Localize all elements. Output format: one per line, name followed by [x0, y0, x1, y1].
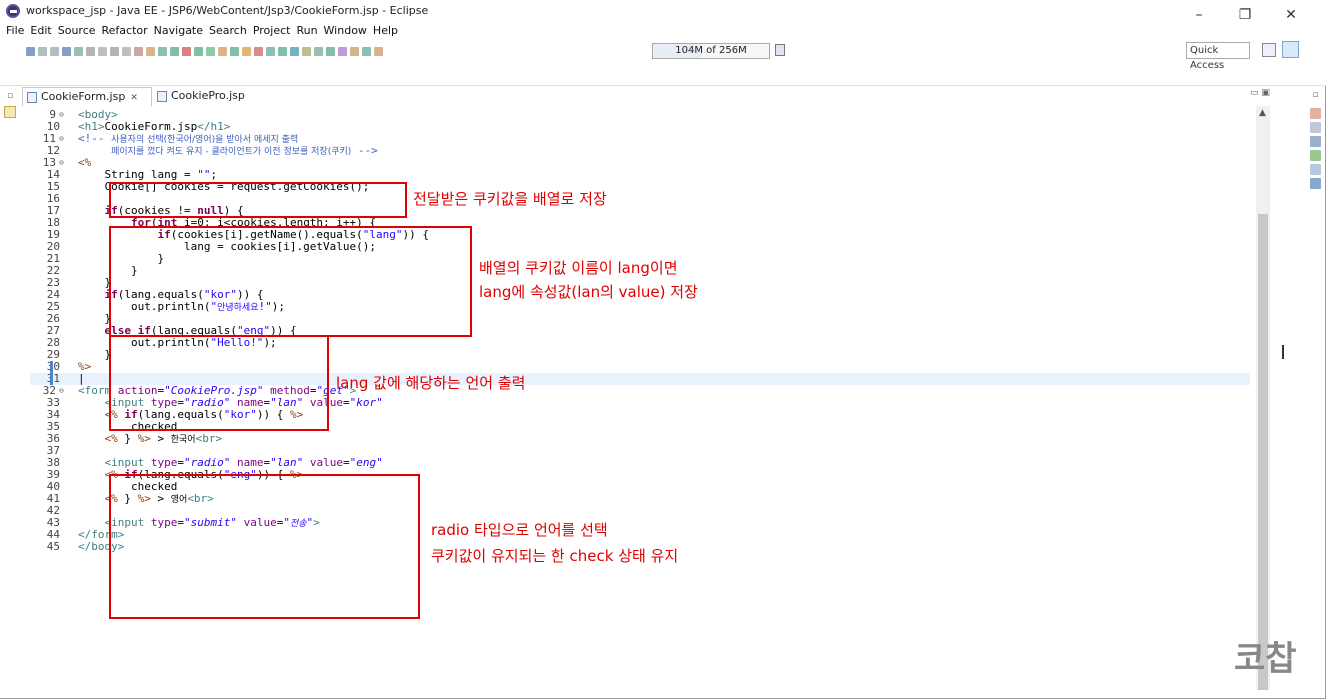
- toolbar-button-icon[interactable]: [146, 46, 155, 56]
- annotation-box-radio-form: [109, 474, 420, 619]
- annotation-text-cookie-loop-1: 배열의 쿠키값 이름이 lang이면: [479, 259, 678, 277]
- restore-icon[interactable]: ▫: [1310, 90, 1321, 101]
- toolbar-button-icon[interactable]: [158, 46, 167, 56]
- tab-label: CookiePro.jsp: [171, 89, 245, 102]
- tab-cookiepro-jsp[interactable]: CookiePro.jsp: [153, 87, 248, 106]
- toolbar-button-icon[interactable]: [362, 46, 371, 56]
- restore-icon[interactable]: ▫: [4, 90, 16, 102]
- tab-close-icon[interactable]: ✕: [130, 93, 138, 103]
- toolbar-button-icon[interactable]: [314, 46, 323, 56]
- toolbar-button-icon[interactable]: [182, 46, 191, 56]
- window-title: workspace_jsp - Java EE - JSP6/WebConten…: [26, 4, 429, 17]
- toolbar-button-icon[interactable]: [170, 46, 179, 56]
- quick-access-input[interactable]: Quick Access: [1186, 42, 1250, 71]
- data-source-view-icon[interactable]: [1310, 150, 1321, 161]
- toolbar-button-icon[interactable]: [86, 46, 95, 56]
- toolbar-button-icon[interactable]: [98, 46, 107, 56]
- toolbar-button-icon[interactable]: [278, 46, 287, 56]
- toolbar-button-icon[interactable]: [62, 46, 71, 56]
- toolbar-button-icon[interactable]: [50, 46, 59, 56]
- minimize-maximize-icon[interactable]: ▭ ▣: [1250, 88, 1270, 98]
- menu-file[interactable]: File: [3, 22, 27, 40]
- tab-cookieform-jsp[interactable]: CookieForm.jsp ✕: [22, 87, 152, 106]
- eclipse-window: workspace_jsp - Java EE - JSP6/WebConten…: [0, 0, 1326, 699]
- toolbar-button-icon[interactable]: [266, 46, 275, 56]
- java-ee-perspective-icon[interactable]: [1282, 41, 1299, 58]
- menu-source[interactable]: Source: [55, 22, 99, 40]
- toolbar-button-icon[interactable]: [350, 46, 359, 56]
- toolbar-button-icon[interactable]: [26, 46, 35, 56]
- menu-refactor[interactable]: Refactor: [99, 22, 151, 40]
- toolbar-button-icon[interactable]: [326, 46, 335, 56]
- menu-run[interactable]: Run: [293, 22, 320, 40]
- toolbar-button-icon[interactable]: [242, 46, 251, 56]
- annotation-box-cookie-array: [109, 182, 407, 218]
- line-number: 45: [46, 540, 60, 553]
- project-explorer-icon[interactable]: [4, 106, 16, 118]
- console-view-icon[interactable]: [1310, 178, 1321, 189]
- toolbar-button-icon[interactable]: [338, 46, 347, 56]
- menu-project[interactable]: Project: [250, 22, 294, 40]
- editor-area: CookieForm.jsp ✕ CookiePro.jsp ▭ ▣ 9 ⊖ <bod…: [20, 86, 1306, 690]
- snippets-view-icon[interactable]: [1310, 164, 1321, 175]
- right-trim-bar: ▫: [1306, 86, 1326, 686]
- jsp-file-icon: [157, 91, 167, 102]
- toolbar-button-icon[interactable]: [38, 46, 47, 56]
- annotation-box-lang-output: [109, 335, 329, 431]
- annotation-text-radio-form-1: radio 타입으로 언어를 선택: [431, 521, 608, 539]
- annotation-box-cookie-loop: [109, 226, 472, 337]
- servers-view-icon[interactable]: [1310, 136, 1321, 147]
- toolbar-button-icon[interactable]: [194, 46, 203, 56]
- toolbar-button-icon[interactable]: [74, 46, 83, 56]
- eclipse-icon: [6, 4, 20, 18]
- main-toolbar: 104M of 256M Quick Access: [0, 40, 1326, 86]
- annotation-text-cookie-array: 전달받은 쿠키값을 배열로 저장: [413, 190, 607, 208]
- annotation-text-lang-output: lang 값에 해당하는 언어 출력: [336, 374, 526, 392]
- scroll-up-icon[interactable]: ▲: [1259, 108, 1266, 118]
- menu-search[interactable]: Search: [206, 22, 250, 40]
- menu-help[interactable]: Help: [370, 22, 401, 40]
- toolbar-button-icon[interactable]: [254, 46, 263, 56]
- markers-view-icon[interactable]: [1310, 108, 1321, 119]
- watermark-text: 코찹: [1234, 639, 1297, 679]
- toolbar-button-icon[interactable]: [374, 46, 383, 56]
- annotation-text-cookie-loop-2: lang에 속성값(lan의 value) 저장: [479, 283, 698, 301]
- annotation-text-radio-form-2: 쿠키값이 유지되는 한 check 상태 유지: [431, 547, 679, 565]
- tab-label: CookieForm.jsp: [41, 90, 126, 103]
- vertical-scrollbar[interactable]: ▲: [1256, 106, 1270, 690]
- menu-navigate[interactable]: Navigate: [151, 22, 206, 40]
- left-trim-bar: ▫: [0, 86, 20, 686]
- scrollbar-thumb[interactable]: [1258, 214, 1268, 690]
- menu-bar: File Edit Source Refactor Navigate Search Proj…: [0, 22, 1326, 40]
- code-line[interactable]: 12 페이지를 껐다 켜도 유지 - 클라이언트가 이전 정보를 저장(쿠키) …: [30, 145, 1250, 158]
- toolbar-button-icon[interactable]: [110, 46, 119, 56]
- garbage-collect-icon[interactable]: [775, 44, 785, 56]
- toolbar-button-icon[interactable]: [290, 46, 299, 56]
- menu-window[interactable]: Window: [321, 22, 370, 40]
- toolbar-button-icon[interactable]: [134, 46, 143, 56]
- jsp-file-icon: [27, 92, 37, 103]
- code-line[interactable]: 36 <% } %> > 한국어<br>: [30, 433, 1250, 446]
- toolbar-button-icon[interactable]: [122, 46, 131, 56]
- open-perspective-icon[interactable]: [1262, 43, 1276, 57]
- editor-tab-bar: CookieForm.jsp ✕ CookiePro.jsp ▭ ▣: [20, 86, 1306, 106]
- toolbar-button-icon[interactable]: [302, 46, 311, 56]
- properties-view-icon[interactable]: [1310, 122, 1321, 133]
- toolbar-button-icon[interactable]: [230, 46, 239, 56]
- menu-edit[interactable]: Edit: [27, 22, 54, 40]
- toolbar-icon-strip: [26, 45, 646, 57]
- title-bar: workspace_jsp - Java EE - JSP6/WebConten…: [0, 0, 1326, 23]
- overview-marker: [1282, 345, 1284, 359]
- toolbar-button-icon[interactable]: [206, 46, 215, 56]
- heap-status[interactable]: 104M of 256M: [652, 43, 770, 59]
- heap-status-text: 104M of 256M: [675, 45, 747, 56]
- toolbar-button-icon[interactable]: [218, 46, 227, 56]
